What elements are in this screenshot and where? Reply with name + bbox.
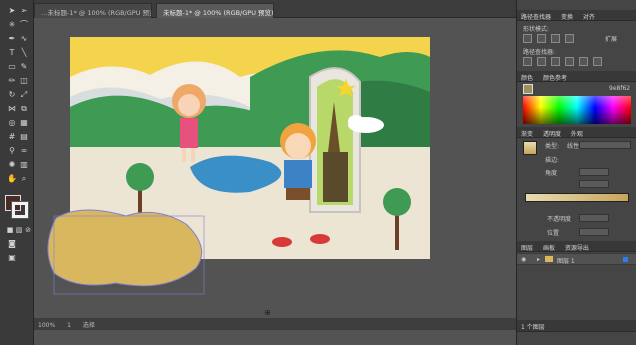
screen-mode-icon[interactable]: ▣ (6, 252, 18, 264)
divide-button[interactable] (523, 57, 532, 66)
lasso-tool-icon[interactable]: ⌒ (18, 19, 30, 31)
layer-name[interactable]: 图层 1 (557, 256, 575, 265)
tab-gradient[interactable]: 渐变 (521, 131, 533, 137)
gradient-type-value[interactable]: 线性 (567, 141, 579, 150)
magic-wand-tool-icon[interactable]: ✳ (6, 19, 18, 31)
rotate-tool-icon[interactable]: ↻ (6, 89, 18, 101)
layers-footer: 1 个图层 (517, 320, 636, 332)
layers-panel-header: 图层 画板 资源导出 (517, 241, 636, 252)
opacity-field[interactable] (579, 214, 609, 222)
tab-transparency[interactable]: 透明度 (543, 131, 561, 137)
trim-button[interactable] (537, 57, 546, 66)
shape-modes-label: 形状模式: (523, 26, 550, 33)
crop-button[interactable] (565, 57, 574, 66)
tab-color-guide[interactable]: 颜色参考 (543, 75, 567, 81)
tab-artboards[interactable]: 画板 (543, 245, 555, 251)
draw-mode-icon[interactable]: ◙ (6, 238, 18, 250)
gradient-swatch[interactable] (523, 141, 537, 155)
blend-tool-icon[interactable]: ∞ (18, 145, 30, 157)
shape-builder-tool-icon[interactable]: ◎ (6, 117, 18, 129)
perspective-grid-tool-icon[interactable]: ▦ (18, 117, 30, 129)
document-tab-1-label: …未标题-1* @ 100% (RGB/GPU 预览) (41, 9, 152, 17)
color-preview[interactable] (523, 84, 533, 94)
pathfinder-panel-header: 路径查找器 变换 对齐 (517, 10, 636, 21)
mesh-tool-icon[interactable]: # (6, 131, 18, 143)
rectangle-tool-icon[interactable]: ▭ (6, 61, 18, 73)
document-tab-1[interactable]: …未标题-1* @ 100% (RGB/GPU 预览) × (34, 3, 152, 18)
minus-back-button[interactable] (593, 57, 602, 66)
merge-button[interactable] (551, 57, 560, 66)
angle-label: 角度 (545, 170, 558, 177)
eye-icon[interactable]: ◉ (521, 256, 526, 263)
document-tab-2[interactable]: 未标题-1* @ 100% (RGB/GPU 预览) × (156, 3, 274, 18)
minus-front-button[interactable] (537, 34, 546, 43)
hand-tool-icon[interactable]: ✋ (6, 173, 18, 185)
aspect-field[interactable] (579, 180, 609, 188)
pathfinders-label: 路径查找器: (523, 49, 556, 56)
symbol-sprayer-tool-icon[interactable]: ✺ (6, 159, 18, 171)
pencil-tool-icon[interactable]: ✏ (6, 75, 18, 87)
paintbrush-tool-icon[interactable]: ✎ (18, 61, 30, 73)
gradient-slider[interactable] (525, 193, 629, 202)
gradient-type-select[interactable] (579, 141, 631, 149)
hex-value[interactable]: 9e8f62 (609, 85, 630, 92)
tab-transform[interactable]: 变换 (561, 14, 573, 20)
tab-pathfinder[interactable]: 路径查找器 (521, 14, 551, 20)
status-bar: 100% 1 选择 (34, 318, 516, 330)
outline-button[interactable] (579, 57, 588, 66)
gradient-tool-icon[interactable]: ▤ (18, 131, 30, 143)
column-graph-tool-icon[interactable]: ▥ (18, 159, 30, 171)
tab-asset-export[interactable]: 资源导出 (565, 245, 589, 251)
free-transform-tool-icon[interactable]: ⧉ (18, 103, 30, 115)
direct-selection-tool-icon[interactable]: ➢ (18, 5, 30, 17)
expand-arrow-icon[interactable]: ▸ (537, 256, 540, 263)
none-mode-icon[interactable]: ⊘ (22, 224, 34, 236)
zoom-tool-icon[interactable]: ⌕ (18, 173, 30, 185)
line-tool-icon[interactable]: ╲ (18, 47, 30, 59)
tools-panel: ➤ ➢ ✳ ⌒ ✒ ∿ T ╲ ▭ ✎ ✏ ◫ ↻ ⤢ ⋈ ⧉ ◎ ▦ # ▤ … (0, 0, 34, 345)
status-mode: 选择 (82, 322, 95, 329)
curvature-tool-icon[interactable]: ∿ (18, 33, 30, 45)
tab-layers[interactable]: 图层 (521, 245, 533, 251)
location-label: 位置 (547, 230, 560, 237)
stroke-label: 描边: (545, 157, 560, 164)
expand-button[interactable]: 扩展 (605, 34, 617, 43)
tab-color[interactable]: 颜色 (521, 75, 533, 81)
color-spectrum[interactable] (523, 96, 631, 124)
location-field[interactable] (579, 228, 609, 236)
opacity-label: 不透明度 (547, 216, 572, 223)
intersect-button[interactable] (551, 34, 560, 43)
layer-thumbnail (545, 256, 553, 262)
page-number[interactable]: 1 (67, 322, 71, 329)
layer-row[interactable]: ◉ ▸ 图层 1 (517, 253, 636, 265)
selection-tool-icon[interactable]: ➤ (6, 5, 18, 17)
type-tool-icon[interactable]: T (6, 47, 18, 59)
layer-count: 1 个图层 (521, 324, 545, 331)
unite-button[interactable] (523, 34, 532, 43)
pen-tool-icon[interactable]: ✒ (6, 33, 18, 45)
document-tab-2-label: 未标题-1* @ 100% (RGB/GPU 预览) (163, 9, 274, 17)
right-panels: 路径查找器 变换 对齐 形状模式: 扩展 路径查找器: 颜色 颜色参考 9e8f… (516, 0, 636, 345)
eraser-tool-icon[interactable]: ◫ (18, 75, 30, 87)
cursor-icon: ⊕ (264, 308, 271, 317)
stroke-swatch[interactable] (11, 201, 29, 219)
layer-color-indicator (623, 257, 628, 262)
tab-align[interactable]: 对齐 (583, 14, 595, 20)
zoom-level[interactable]: 100% (38, 322, 55, 329)
eyedropper-tool-icon[interactable]: ⚲ (6, 145, 18, 157)
width-tool-icon[interactable]: ⋈ (6, 103, 18, 115)
color-panel-header: 颜色 颜色参考 (517, 71, 636, 82)
gradient-panel-header: 渐变 透明度 外观 (517, 127, 636, 138)
scale-tool-icon[interactable]: ⤢ (18, 89, 30, 101)
angle-field[interactable] (579, 168, 609, 176)
tab-appearance[interactable]: 外观 (571, 131, 583, 137)
gradient-type-label: 类型: (545, 143, 560, 150)
canvas-area[interactable]: ⊕ (34, 18, 516, 328)
selected-gold-shape[interactable] (36, 198, 236, 298)
exclude-button[interactable] (565, 34, 574, 43)
